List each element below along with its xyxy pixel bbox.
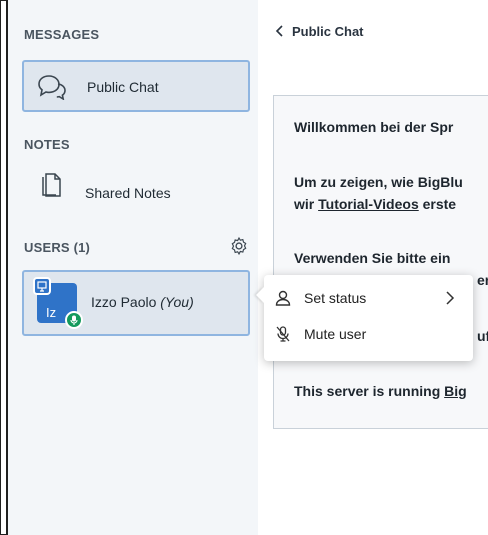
server-text: This server is running [294, 383, 441, 399]
user-list-item[interactable]: Iz Izzo Paolo (You) [22, 270, 250, 336]
avatar-initials: Iz [46, 305, 57, 320]
chat-bubbles-icon [38, 75, 66, 100]
message-line-2: Um zu zeigen, wie BigBlu [294, 174, 463, 190]
message-fragment-uf: uf [477, 328, 488, 344]
chat-pane: Public Chat Willkommen bei der Spr Um zu… [258, 0, 488, 535]
presenter-icon [33, 277, 51, 295]
shared-notes-item[interactable]: Shared Notes [22, 168, 250, 220]
message-text-erste: erste [422, 196, 457, 212]
messages-section-title: MESSAGES [24, 27, 100, 42]
message-line-4: Verwenden Sie bitte ein [294, 250, 451, 266]
user-name: Izzo Paolo (You) [91, 294, 194, 310]
user-name-text: Izzo Paolo [91, 294, 157, 310]
message-fragment-er: er [477, 272, 488, 288]
user-icon [275, 290, 291, 306]
chevron-left-icon[interactable] [274, 25, 286, 37]
avatar: Iz [33, 277, 83, 329]
message-text-wir: wir [294, 196, 315, 212]
you-tag: (You) [160, 294, 194, 310]
document-icon [42, 173, 61, 197]
users-section-title: USERS (1) [24, 240, 91, 255]
bigbluebutton-link[interactable]: Big [444, 383, 467, 399]
tutorial-videos-link[interactable]: Tutorial-Videos [318, 196, 419, 212]
public-chat-label: Public Chat [87, 79, 159, 95]
microphone-icon [65, 311, 83, 329]
shared-notes-label: Shared Notes [85, 185, 171, 201]
mute-user-menu-item[interactable]: Mute user [264, 316, 473, 352]
server-line: This server is running Big [294, 383, 467, 399]
sidebar: MESSAGES Public Chat NOTES Shared Notes … [6, 0, 260, 535]
chevron-right-icon [446, 291, 455, 305]
public-chat-item[interactable]: Public Chat [22, 60, 250, 112]
menu-pointer [256, 287, 264, 303]
mic-off-icon [276, 326, 290, 342]
set-status-menu-item[interactable]: Set status [264, 280, 473, 316]
set-status-label: Set status [304, 290, 367, 306]
user-context-menu: Set status Mute user [256, 275, 473, 361]
mute-user-label: Mute user [304, 326, 367, 342]
welcome-line: Willkommen bei der Spr [294, 119, 454, 135]
notes-section-title: NOTES [24, 137, 70, 152]
back-to-chat-link[interactable]: Public Chat [292, 24, 364, 39]
message-line-3: wir Tutorial-Videos erste [294, 196, 456, 212]
chat-message-box: Willkommen bei der Spr Um zu zeigen, wie… [273, 95, 488, 429]
gear-icon[interactable] [229, 236, 249, 256]
